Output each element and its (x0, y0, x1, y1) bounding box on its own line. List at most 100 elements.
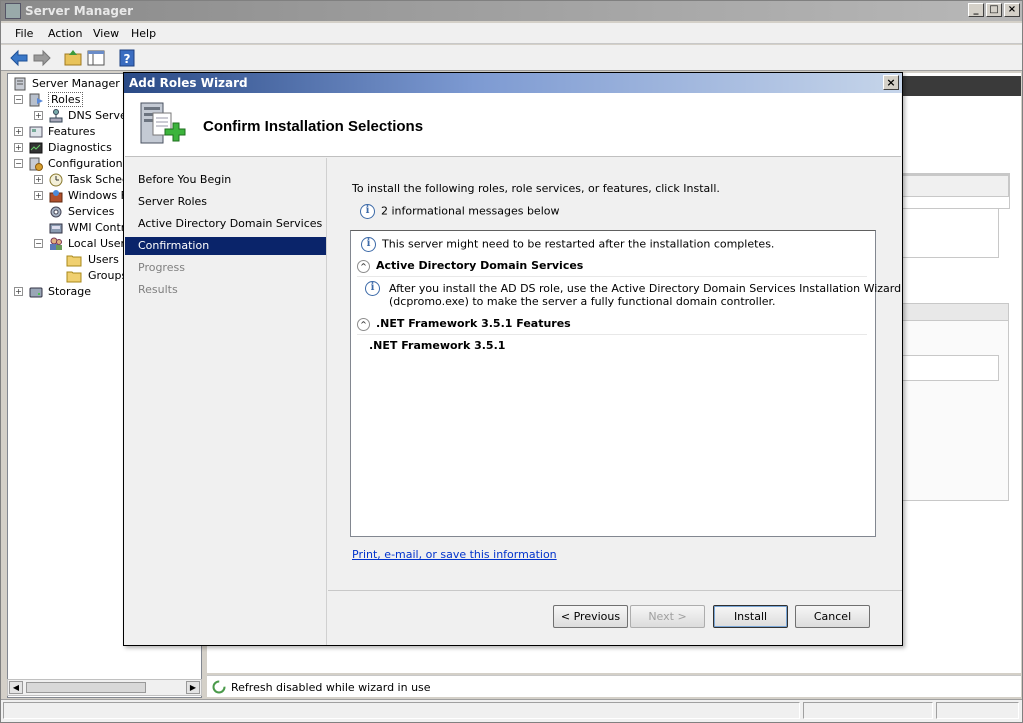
tree-item-label: Groups (88, 269, 128, 282)
expand-toggle[interactable]: + (34, 191, 43, 200)
details-section (889, 303, 1009, 501)
up-folder-icon[interactable] (63, 48, 83, 68)
tree-item-label: Services (68, 205, 115, 218)
section-title: .NET Framework 3.5.1 Features (376, 317, 571, 330)
next-button[interactable]: Next > (630, 605, 705, 628)
tree-item-label: Diagnostics (48, 141, 112, 154)
back-arrow-icon[interactable] (9, 48, 29, 68)
menu-action[interactable]: Action (48, 27, 82, 40)
services-gear-icon (50, 206, 62, 218)
tree-item-label: DNS Server (68, 109, 132, 122)
menu-file[interactable]: File (15, 27, 33, 40)
dns-icon (49, 109, 63, 123)
expand-toggle[interactable]: + (34, 111, 43, 120)
net-framework-item: .NET Framework 3.5.1 (369, 339, 506, 352)
expand-toggle[interactable]: + (34, 175, 43, 184)
status-cell-3 (936, 702, 1019, 719)
folder-icon (66, 271, 82, 283)
step-server-roles[interactable]: Server Roles (125, 193, 326, 211)
restart-note-text: This server might need to be restarted a… (382, 237, 775, 251)
toolbar: ? (1, 45, 1022, 71)
show-hide-console-tree-icon[interactable] (86, 48, 106, 68)
refresh-status-strip: Refresh disabled while wizard in use (207, 675, 1021, 697)
features-icon (29, 126, 43, 138)
expand-toggle[interactable]: + (14, 287, 23, 296)
roles-icon (29, 93, 43, 107)
menu-bar: File Action View Help (1, 23, 1022, 44)
cancel-button[interactable]: Cancel (795, 605, 870, 628)
section-net-framework[interactable]: ^ .NET Framework 3.5.1 Features (357, 317, 867, 335)
clock-icon (49, 173, 63, 187)
info-icon: i (365, 281, 380, 296)
tree-item-label: Configuration (48, 157, 123, 170)
details-section-top (889, 175, 1009, 197)
forward-arrow-icon[interactable] (32, 48, 52, 68)
collapse-toggle[interactable]: − (34, 239, 43, 248)
tree-item-label: Roles (48, 92, 84, 107)
tree-item-label: Users (88, 253, 119, 266)
details-box-2 (897, 355, 999, 381)
minimize-button[interactable]: _ (968, 3, 984, 17)
refresh-status-text: Refresh disabled while wizard in use (231, 681, 431, 694)
window-titlebar[interactable]: Server Manager _ □ × (1, 1, 1022, 21)
dialog-title: Add Roles Wizard (129, 76, 248, 90)
tree-item-label: Local Users (68, 237, 131, 250)
close-button[interactable]: × (1004, 3, 1020, 17)
details-section-header (889, 303, 1009, 321)
step-confirmation[interactable]: Confirmation (125, 237, 326, 255)
install-button[interactable]: Install (713, 605, 788, 628)
server-add-role-icon (140, 102, 186, 144)
ad-ds-note-line2: (dcpromo.exe) to make the server a fully… (389, 295, 776, 308)
help-icon[interactable]: ? (117, 48, 137, 68)
info-icon: i (361, 237, 376, 252)
scroll-left-arrow-icon[interactable]: ◀ (9, 681, 23, 694)
add-roles-wizard-dialog: Add Roles Wizard × Confirm Installation … (123, 72, 903, 646)
server-manager-icon (5, 3, 21, 19)
svg-text:?: ? (124, 52, 131, 66)
menu-help[interactable]: Help (131, 27, 156, 40)
tree-item-label: Storage (48, 285, 92, 298)
status-cell-2 (803, 702, 933, 719)
firewall-icon (49, 190, 63, 203)
expand-toggle[interactable]: + (14, 143, 23, 152)
ad-ds-note: i (365, 281, 386, 296)
intro-text: To install the following roles, role ser… (352, 182, 720, 195)
tree-root-label: Server Manager (U (32, 77, 136, 90)
wizard-steps: Before You Begin Server Roles Active Dir… (125, 158, 327, 645)
info-count-text: 2 informational messages below (381, 204, 560, 218)
dialog-close-button[interactable]: × (883, 75, 899, 90)
collapse-toggle[interactable]: − (14, 95, 23, 104)
window-title: Server Manager (25, 4, 134, 18)
previous-button[interactable]: < Previous (553, 605, 628, 628)
section-ad-ds[interactable]: ^ Active Directory Domain Services (357, 259, 867, 277)
confirmation-list[interactable]: i This server might need to be restarted … (350, 230, 901, 537)
collapse-toggle[interactable]: − (14, 159, 23, 168)
status-cell-1 (3, 702, 800, 719)
status-bar (1, 699, 1022, 722)
details-box-3 (897, 208, 999, 258)
wizard-content: To install the following roles, role ser… (328, 158, 902, 645)
step-progress: Progress (138, 261, 185, 274)
tree-horizontal-scrollbar[interactable]: ◀ ▶ (7, 679, 202, 696)
step-before-you-begin[interactable]: Before You Begin (125, 171, 326, 189)
diagnostics-icon (29, 142, 43, 154)
menu-view[interactable]: View (93, 27, 119, 40)
collapse-chevron-icon[interactable]: ^ (357, 317, 370, 331)
users-icon (50, 237, 62, 250)
scroll-right-arrow-icon[interactable]: ▶ (186, 681, 200, 694)
ad-ds-note-line1: After you install the AD DS role, use th… (389, 282, 902, 295)
section-title: Active Directory Domain Services (376, 259, 584, 272)
expand-toggle[interactable]: + (14, 127, 23, 136)
print-email-save-link[interactable]: Print, e-mail, or save this information (352, 548, 557, 561)
scroll-thumb[interactable] (26, 682, 146, 693)
dialog-header: Confirm Installation Selections (125, 93, 901, 157)
dialog-titlebar[interactable]: Add Roles Wizard × (124, 73, 902, 93)
tree-item-label: Features (48, 125, 96, 138)
step-ad-domain-services[interactable]: Active Directory Domain Services (125, 215, 326, 233)
collapse-chevron-icon[interactable]: ^ (357, 259, 370, 273)
configuration-icon (29, 157, 43, 171)
maximize-button[interactable]: □ (986, 3, 1002, 17)
tree-item-label: Windows Fi (68, 189, 130, 202)
server-manager-icon (14, 77, 26, 91)
info-count-line: i 2 informational messages below (360, 204, 559, 219)
